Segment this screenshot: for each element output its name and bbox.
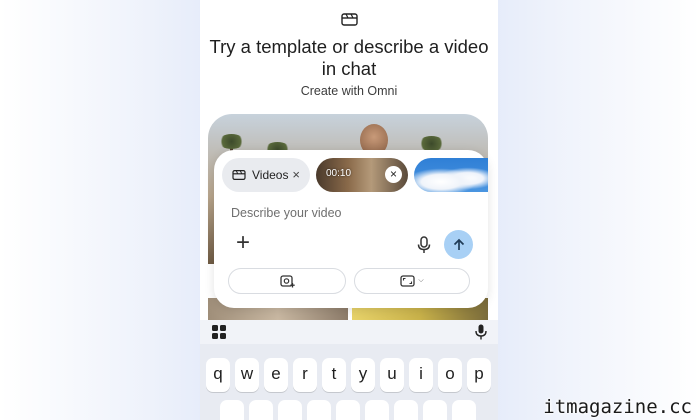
arrow-up-icon bbox=[453, 238, 464, 250]
apps-grid-icon[interactable] bbox=[212, 325, 226, 339]
prompt-input[interactable]: Describe your video bbox=[231, 206, 341, 220]
on-screen-keyboard: q w e r t y u i o p bbox=[200, 344, 498, 420]
video-clapper-icon bbox=[341, 13, 358, 26]
send-button[interactable] bbox=[444, 230, 473, 259]
image-add-icon bbox=[279, 274, 295, 287]
key-q[interactable]: q bbox=[206, 358, 230, 392]
prompt-card: Videos × 00:10 × Describe your video + ⌵ bbox=[214, 150, 488, 308]
attached-video-thumbnail[interactable]: 00:10 × bbox=[316, 158, 408, 192]
phone-screen: Try a template or describe a video in ch… bbox=[200, 0, 498, 420]
keyboard-key[interactable] bbox=[307, 400, 331, 420]
key-y[interactable]: y bbox=[351, 358, 375, 392]
microphone-icon[interactable] bbox=[416, 236, 432, 254]
keyboard-key[interactable] bbox=[249, 400, 273, 420]
key-i[interactable]: i bbox=[409, 358, 433, 392]
key-t[interactable]: t bbox=[322, 358, 346, 392]
close-icon[interactable]: × bbox=[292, 168, 300, 182]
keyboard-key[interactable] bbox=[452, 400, 476, 420]
close-icon[interactable]: × bbox=[385, 166, 402, 183]
key-o[interactable]: o bbox=[438, 358, 462, 392]
key-e[interactable]: e bbox=[264, 358, 288, 392]
attachment-chips: Videos × 00:10 × bbox=[222, 158, 488, 192]
key-r[interactable]: r bbox=[293, 358, 317, 392]
keyboard-toolbar bbox=[200, 320, 498, 344]
watermark: itmagazine.cc bbox=[543, 396, 692, 418]
add-image-button[interactable] bbox=[228, 268, 346, 294]
keyboard-key[interactable] bbox=[394, 400, 418, 420]
video-clapper-icon bbox=[232, 170, 246, 180]
aspect-ratio-button[interactable]: ⌵ bbox=[354, 268, 470, 294]
keyboard-key[interactable] bbox=[220, 400, 244, 420]
chevron-down-icon: ⌵ bbox=[418, 277, 424, 284]
key-p[interactable]: p bbox=[467, 358, 491, 392]
keyboard-key[interactable] bbox=[423, 400, 447, 420]
keyboard-key[interactable] bbox=[278, 400, 302, 420]
videos-chip[interactable]: Videos × bbox=[222, 158, 310, 192]
videos-chip-label: Videos bbox=[252, 168, 289, 182]
keyboard-key[interactable] bbox=[365, 400, 389, 420]
key-w[interactable]: w bbox=[235, 358, 259, 392]
page-title: Try a template or describe a video in ch… bbox=[209, 36, 489, 79]
video-duration: 00:10 bbox=[326, 168, 352, 179]
keyboard-key[interactable] bbox=[336, 400, 360, 420]
microphone-icon[interactable] bbox=[474, 324, 488, 340]
attached-image-thumbnail[interactable] bbox=[414, 158, 488, 192]
aspect-ratio-icon bbox=[400, 275, 415, 287]
add-icon[interactable]: + bbox=[232, 231, 254, 255]
page-subtitle: Create with Omni bbox=[300, 84, 398, 98]
key-u[interactable]: u bbox=[380, 358, 404, 392]
